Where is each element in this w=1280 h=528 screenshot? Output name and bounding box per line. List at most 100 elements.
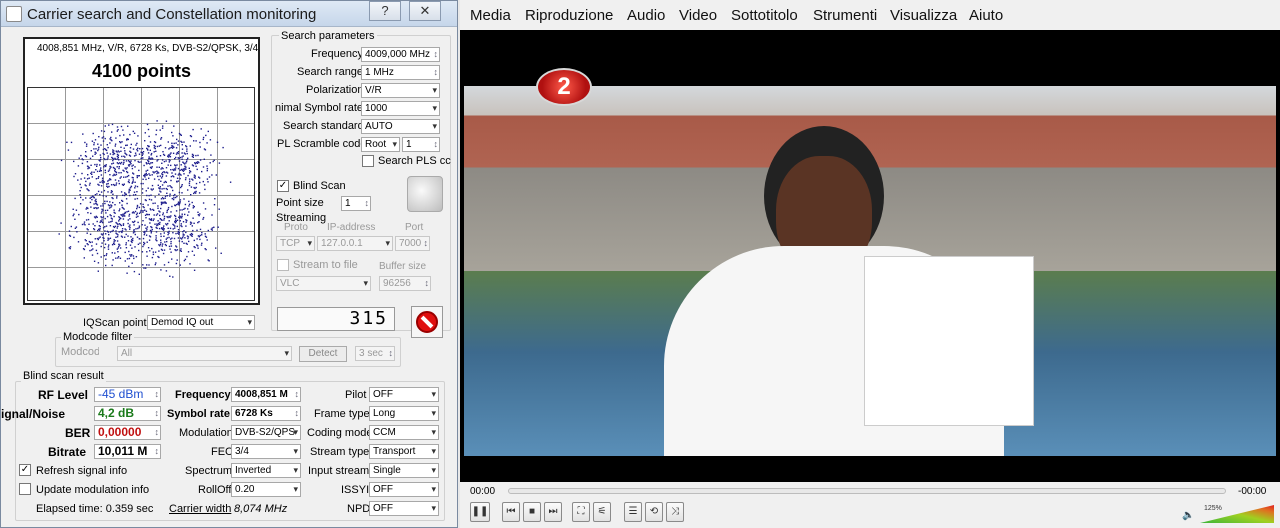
menu-strumenti[interactable]: Strumenti — [813, 7, 877, 24]
window-title: Carrier search and Constellation monitor… — [27, 6, 317, 23]
menu-sottotitolo[interactable]: Sottotitolo — [731, 7, 798, 24]
close-button[interactable]: ✕ — [409, 1, 441, 21]
issyi-select[interactable]: OFF — [369, 482, 439, 497]
carrier-width-value: 8,074 MHz — [234, 503, 288, 515]
paper-sheet — [864, 256, 1034, 426]
stream-to-file-label: Stream to file — [293, 259, 358, 271]
speaker-icon[interactable]: 🔈 — [1182, 510, 1194, 521]
seek-bar[interactable] — [508, 488, 1226, 494]
proto-label: Proto — [284, 222, 308, 233]
modulation-select[interactable]: DVB-S2/QPS — [231, 425, 301, 440]
search-pls-label: Search PLS cc — [378, 155, 451, 167]
fec-label: FEC — [211, 446, 233, 458]
search-range-label: Search range — [297, 66, 364, 78]
modulation-label: Modulation — [179, 427, 233, 439]
pl-scramble-label: PL Scramble code — [277, 138, 367, 150]
modcode-select[interactable]: All — [117, 346, 292, 361]
symbol-rate-label: Symbol rate — [167, 408, 230, 420]
elapsed-time: Elapsed time: 0.359 sec — [36, 503, 154, 515]
menu-riproduzione[interactable]: Riproduzione — [525, 7, 613, 24]
rolloff-select[interactable]: 0.20 — [231, 482, 301, 497]
menu-visualizza[interactable]: Visualizza — [890, 7, 957, 24]
stream-type-label: Stream type — [310, 446, 370, 458]
refresh-signal-label: Refresh signal info — [36, 465, 128, 477]
point-size-label: Point size — [276, 197, 324, 209]
stop-playback-button[interactable]: ■ — [523, 502, 541, 522]
stop-icon — [416, 311, 438, 333]
carrier-width-label: Carrier width — [169, 503, 232, 515]
playlist-button[interactable]: ☰ — [624, 502, 642, 522]
shuffle-button[interactable]: ⤨ — [666, 502, 684, 522]
iq-scan-select[interactable]: Demod IQ out — [147, 315, 255, 330]
buffer-size-label: Buffer size — [379, 261, 427, 272]
search-standard-label: Search standard — [283, 120, 364, 132]
pilot-select[interactable]: OFF — [369, 387, 439, 402]
pl-scramble-mode-select[interactable]: Root — [361, 137, 400, 152]
blind-scan-label: Blind Scan — [293, 180, 346, 192]
frequency-label: Frequency — [311, 48, 363, 60]
polarization-select[interactable]: V/R — [361, 83, 440, 98]
input-stream-select[interactable]: Single — [369, 463, 439, 478]
fullscreen-button[interactable]: ⛶ — [572, 502, 590, 522]
spectrum-select[interactable]: Inverted — [231, 463, 301, 478]
frame-type-select[interactable]: Long — [369, 406, 439, 421]
frequency-input[interactable]: 4009,000 MHz — [361, 47, 440, 62]
fec-select[interactable]: 3/4 — [231, 444, 301, 459]
stream-type-select[interactable]: Transport — [369, 444, 439, 459]
help-button[interactable]: ? — [369, 1, 401, 21]
app-icon — [6, 6, 22, 22]
port-label: Port — [405, 222, 424, 233]
globe-icon[interactable] — [407, 176, 443, 212]
stop-button[interactable] — [411, 306, 443, 338]
ber-value: 0,00000 — [94, 425, 161, 440]
previous-button[interactable]: ⏮ — [502, 502, 520, 522]
spectrum-label: Spectrum — [185, 465, 233, 477]
coding-mode-label: Coding mode — [307, 427, 373, 439]
signal-noise-label: ignal/Noise — [1, 407, 66, 421]
bitrate-value: 10,011 M — [94, 444, 161, 459]
ip-address-select[interactable]: 127.0.0.1 — [317, 236, 393, 251]
menu-media[interactable]: Media — [470, 7, 511, 24]
ip-address-label: IP-address — [327, 222, 376, 233]
blind-scan-result-title: Blind scan result — [21, 370, 106, 382]
constellation-info: 4008,851 MHz, V/R, 6728 Ks, DVB-S2/QPSK,… — [37, 43, 259, 54]
refresh-signal-checkbox[interactable]: ✓ — [19, 464, 31, 476]
modcode-label: Modcode — [61, 346, 99, 358]
min-symbol-rate-select[interactable]: 1000 — [361, 101, 440, 116]
carrier-search-window: Carrier search and Constellation monitor… — [0, 0, 458, 528]
buffer-size-input[interactable]: 96256 — [379, 276, 431, 291]
search-pls-checkbox[interactable] — [362, 155, 374, 167]
video-frame — [464, 86, 1276, 456]
player-select[interactable]: VLC — [276, 276, 371, 291]
npd-select[interactable]: OFF — [369, 501, 439, 516]
menu-aiuto[interactable]: Aiuto — [969, 7, 1003, 24]
search-standard-select[interactable]: AUTO — [361, 119, 440, 134]
time-elapsed: 00:00 — [470, 486, 496, 497]
point-size-input[interactable]: 1 — [341, 196, 371, 211]
rf-level-label: RF Level — [38, 388, 89, 402]
video-area[interactable]: 2 — [460, 30, 1280, 482]
coding-mode-select[interactable]: CCM — [369, 425, 439, 440]
stream-to-file-checkbox[interactable] — [277, 259, 289, 271]
time-remaining: -00:00 — [1238, 486, 1267, 497]
blind-scan-checkbox[interactable]: ✓ — [277, 180, 289, 192]
search-range-input[interactable]: 1 MHz — [361, 65, 440, 80]
loop-button[interactable]: ⟲ — [645, 502, 663, 522]
constellation-scatter — [58, 120, 232, 278]
next-button[interactable]: ⏭ — [544, 502, 562, 522]
pause-button[interactable]: ❚❚ — [470, 502, 490, 522]
update-modulation-checkbox[interactable] — [19, 483, 31, 495]
pl-scramble-code-input[interactable]: 1 — [402, 137, 440, 152]
menu-audio[interactable]: Audio — [627, 7, 665, 24]
proto-select[interactable]: TCP — [276, 236, 315, 251]
search-parameters-title: Search parameters — [279, 30, 377, 42]
pilot-label: Pilot — [345, 389, 367, 401]
port-input[interactable]: 7000 — [395, 236, 430, 251]
rolloff-label: RollOff — [198, 484, 232, 496]
extended-settings-button[interactable]: ⚟ — [593, 502, 611, 522]
detect-seconds-input[interactable]: 3 sec — [355, 346, 395, 361]
detect-button[interactable]: Detect — [299, 346, 347, 362]
symbol-rate-value: 6728 Ks — [231, 406, 301, 421]
menu-video[interactable]: Video — [679, 7, 717, 24]
title-bar: Carrier search and Constellation monitor… — [1, 1, 457, 27]
